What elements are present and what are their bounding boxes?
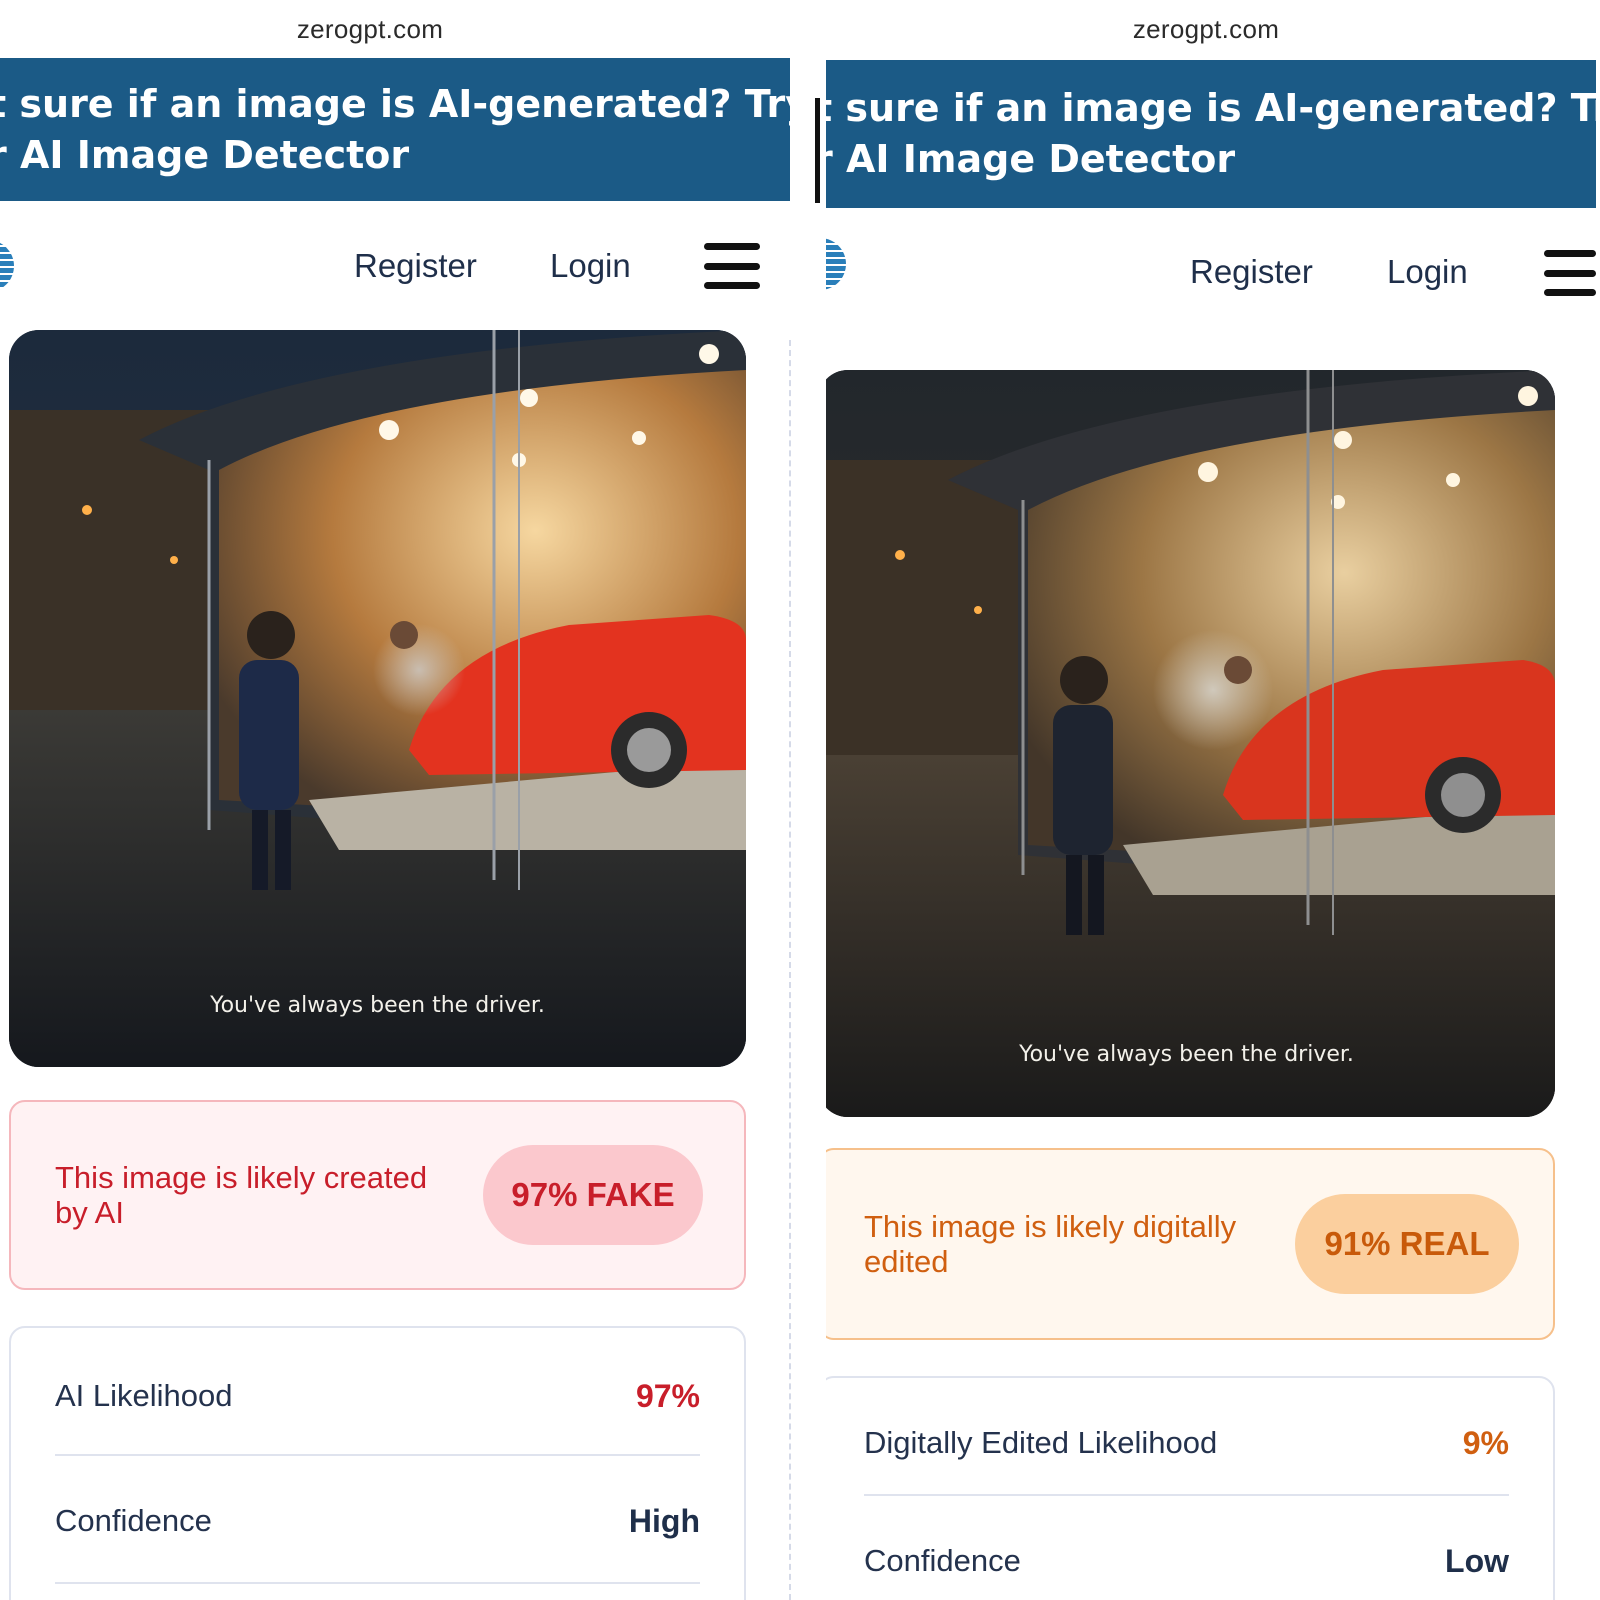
banner-line-2: r AI Image Detector [826, 137, 1236, 181]
register-link[interactable]: Register [354, 247, 477, 285]
stat-value-confidence: High [628, 1503, 700, 1539]
image-caption: You've always been the driver. [1019, 1042, 1354, 1067]
stat-label-ai-likelihood: AI Likelihood [55, 1378, 233, 1413]
showroom-photo [826, 370, 1555, 1117]
register-link[interactable]: Register [1190, 253, 1313, 291]
right-screenshot-panel: zerogpt.com t sure if an image is AI-gen… [826, 0, 1600, 1600]
banner-line-2: r AI Image Detector [0, 133, 410, 177]
verdict-text: This image is likely created by AI [55, 1160, 428, 1230]
stat-value-ai-likelihood: 97% [635, 1378, 700, 1414]
left-screenshot-panel: zerogpt.com t sure if an image is AI-gen… [0, 0, 790, 1600]
address-bar-url[interactable]: zerogpt.com [826, 14, 1586, 45]
stat-row: AI Likelihood 97% [55, 1328, 700, 1456]
verdict-badge: 91% REAL [1295, 1194, 1519, 1294]
hamburger-menu-icon[interactable] [704, 243, 760, 289]
stat-value-edited-likelihood: 9% [1462, 1425, 1509, 1461]
analyzed-image: You've always been the driver. [9, 330, 746, 1067]
stat-row: Digitally Edited Likelihood 9% [864, 1378, 1509, 1496]
promo-banner[interactable]: t sure if an image is AI-generated? Try … [0, 58, 790, 201]
analyzed-image: You've always been the driver. [826, 370, 1555, 1117]
stat-label-edited-likelihood: Digitally Edited Likelihood [864, 1425, 1218, 1460]
stat-label-confidence: Confidence [55, 1503, 212, 1538]
stat-label-confidence: Confidence [864, 1543, 1021, 1578]
image-caption: You've always been the driver. [210, 993, 545, 1018]
stat-row: Confidence Low [864, 1496, 1509, 1600]
banner-line-1: t sure if an image is AI-generated? Try [826, 86, 1596, 130]
verdict-card: This image is likely created by AI 97% F… [9, 1100, 746, 1290]
verdict-card: This image is likely digitally edited 91… [826, 1148, 1555, 1340]
address-bar-url[interactable]: zerogpt.com [0, 14, 740, 45]
stat-value-confidence: Low [1445, 1543, 1509, 1579]
text-cursor-bar [815, 98, 820, 203]
hamburger-menu-icon[interactable] [1544, 250, 1596, 296]
verdict-text: This image is likely digitally edited [864, 1209, 1237, 1279]
stat-row: Confidence High [55, 1456, 700, 1584]
stats-card: Digitally Edited Likelihood 9% Confidenc… [826, 1376, 1555, 1600]
showroom-photo [9, 330, 746, 1067]
panel-divider [789, 340, 791, 1600]
login-link[interactable]: Login [550, 247, 631, 285]
brain-logo-icon[interactable] [0, 240, 14, 292]
login-link[interactable]: Login [1387, 253, 1468, 291]
banner-line-1: t sure if an image is AI-generated? Try [0, 82, 790, 126]
brain-logo-icon[interactable] [826, 238, 846, 290]
stats-card: AI Likelihood 97% Confidence High [9, 1326, 746, 1600]
promo-banner[interactable]: t sure if an image is AI-generated? Try … [826, 60, 1596, 208]
verdict-badge: 97% FAKE [483, 1145, 703, 1245]
